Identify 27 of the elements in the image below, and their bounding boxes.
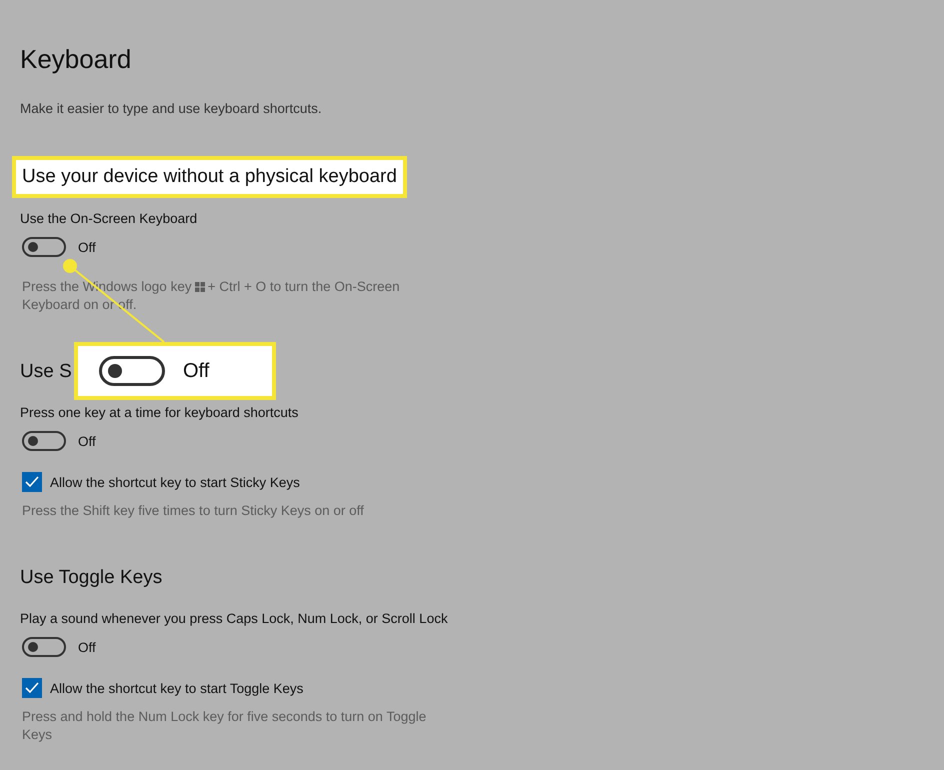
toggle-state: Off — [78, 240, 96, 254]
toggle-state: Off — [78, 434, 96, 448]
page-description: Make it easier to type and use keyboard shortcuts. — [20, 101, 322, 116]
setting-label: Press one key at a time for keyboard shortcuts — [20, 405, 298, 420]
toggle-state: Off — [183, 360, 210, 382]
setting-label: Use the On-Screen Keyboard — [20, 211, 198, 226]
windows-logo-icon — [194, 282, 205, 292]
section-heading: Use S — [20, 360, 72, 384]
setting-label: Play a sound whenever you press Caps Lock, Num Lock, or Scroll Lock — [20, 611, 448, 626]
toggle-state: Off — [78, 640, 96, 654]
hint-text: Press and hold the Num Lock key for five seconds to turn on Toggle Keys — [22, 708, 428, 744]
toggle-switch[interactable] — [22, 431, 66, 451]
toggle-switch[interactable] — [22, 237, 66, 257]
page-title: Keyboard — [20, 44, 132, 75]
checkmark-icon — [25, 476, 39, 488]
toggle-switch[interactable] — [99, 356, 165, 386]
highlighted-heading: Use your device without a physical keyboard — [12, 156, 407, 198]
hint-text: + Ctrl + O to turn the On-Screen — [208, 278, 400, 296]
hint-text: Press the Shift key five times to turn Sticky Keys on or off — [22, 502, 365, 520]
checkbox[interactable] — [22, 472, 42, 492]
checkbox[interactable] — [22, 678, 42, 698]
checkbox-label: Allow the shortcut key to start Toggle Keys — [50, 680, 304, 696]
checkmark-icon — [25, 682, 39, 694]
pointer-dot — [63, 259, 77, 273]
toggle-switch[interactable] — [22, 637, 66, 657]
section-heading: Use Toggle Keys — [20, 566, 162, 590]
checkbox-label: Allow the shortcut key to start Sticky Keys — [50, 474, 300, 490]
